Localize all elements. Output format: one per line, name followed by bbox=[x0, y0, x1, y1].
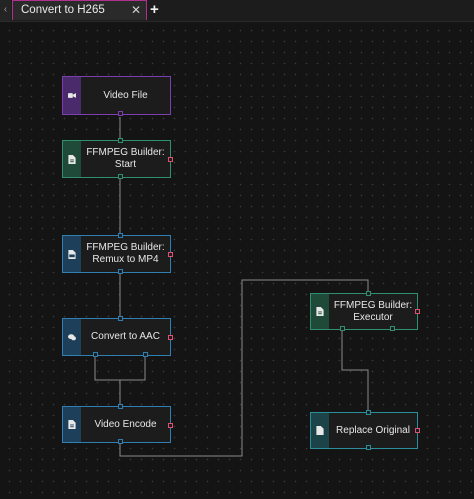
input-port[interactable] bbox=[118, 233, 123, 238]
output-port-1[interactable] bbox=[93, 352, 98, 357]
tab-convert-to-h265[interactable]: Convert to H265 ✕ bbox=[12, 0, 147, 20]
document-icon bbox=[68, 420, 76, 429]
input-port[interactable] bbox=[366, 410, 371, 415]
output-port[interactable] bbox=[118, 111, 123, 116]
video-camera-icon bbox=[68, 93, 76, 98]
node-remux-to-mp4[interactable]: FFMPEG Builder: Remux to MP4 bbox=[62, 233, 173, 274]
node-label: Video Encode bbox=[94, 418, 157, 430]
node-video-encode[interactable]: Video Encode bbox=[62, 404, 173, 444]
error-output-port[interactable] bbox=[415, 428, 420, 433]
tab-label: Convert to H265 bbox=[21, 4, 105, 16]
node-replace-original[interactable]: Replace Original bbox=[310, 410, 420, 450]
node-label: Convert to AAC bbox=[91, 331, 160, 342]
node-label: Video File bbox=[103, 89, 148, 101]
node-video-file[interactable]: Video File bbox=[62, 76, 171, 116]
output-port[interactable] bbox=[118, 439, 123, 444]
node-convert-to-aac[interactable]: Convert to AAC bbox=[62, 316, 173, 357]
node-label: FFMPEG Builder: Start bbox=[86, 147, 165, 170]
input-port[interactable] bbox=[366, 291, 371, 296]
tab-close-icon[interactable]: ✕ bbox=[131, 3, 141, 17]
output-port[interactable] bbox=[118, 174, 123, 179]
error-output-port[interactable] bbox=[168, 157, 173, 162]
node-label: Replace Original bbox=[336, 424, 410, 436]
node-label: FFMPEG Builder: Executor bbox=[333, 299, 413, 323]
file-icon bbox=[316, 426, 324, 435]
mp4-file-icon bbox=[68, 249, 76, 259]
document-icon bbox=[68, 154, 76, 164]
input-port[interactable] bbox=[118, 316, 123, 321]
tab-scroll-left-button[interactable]: ‹ bbox=[0, 0, 11, 21]
chat-icon bbox=[68, 333, 76, 340]
output-port-2[interactable] bbox=[390, 326, 395, 331]
output-port[interactable] bbox=[366, 445, 371, 450]
output-port[interactable] bbox=[118, 269, 123, 274]
output-port-2[interactable] bbox=[143, 352, 148, 357]
error-output-port[interactable] bbox=[168, 335, 173, 340]
error-output-port[interactable] bbox=[168, 423, 173, 428]
error-output-port[interactable] bbox=[168, 252, 173, 257]
input-port[interactable] bbox=[118, 404, 123, 409]
node-ffmpeg-builder-executor[interactable]: FFMPEG Builder: Executor bbox=[310, 291, 420, 331]
node-label: FFMPEG Builder: Remux to MP4 bbox=[86, 242, 165, 265]
tab-bar: ‹ Convert to H265 ✕ + bbox=[0, 0, 474, 22]
input-port[interactable] bbox=[118, 138, 123, 143]
document-icon bbox=[316, 307, 324, 316]
add-tab-button[interactable]: + bbox=[150, 1, 159, 18]
error-output-port[interactable] bbox=[415, 309, 420, 314]
node-ffmpeg-builder-start[interactable]: FFMPEG Builder: Start bbox=[62, 138, 173, 179]
output-port-1[interactable] bbox=[340, 326, 345, 331]
